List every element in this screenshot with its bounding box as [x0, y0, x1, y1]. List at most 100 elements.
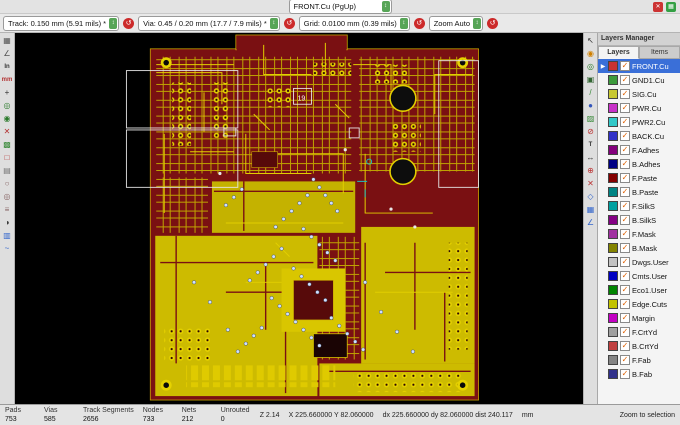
layer-visibility-checkbox[interactable]: ✓: [620, 215, 630, 225]
high-contrast-icon[interactable]: ◑: [1, 217, 13, 229]
layer-row-b-fab[interactable]: ✓ B.Fab: [598, 367, 680, 381]
highlight-net-icon[interactable]: ◉: [585, 48, 597, 60]
layer-visibility-checkbox[interactable]: ✓: [620, 229, 630, 239]
layer-color-swatch[interactable]: [608, 173, 618, 183]
zoom-settings-icon[interactable]: [487, 17, 498, 29]
track-width-auto-icon[interactable]: [123, 17, 135, 29]
layer-color-swatch[interactable]: [608, 299, 618, 309]
layer-color-swatch[interactable]: [608, 131, 618, 141]
layer-row-f-crtyd[interactable]: ✓ F.CrtYd: [598, 325, 680, 339]
layer-color-swatch[interactable]: [608, 355, 618, 365]
zones-outline-icon[interactable]: ▤: [1, 165, 13, 177]
layer-row-front-cu[interactable]: ▶ ✓ FRONT.Cu: [598, 59, 680, 73]
module-ratsnest-icon[interactable]: ◉: [1, 113, 13, 125]
zones-hide-icon[interactable]: □: [1, 152, 13, 164]
layer-color-swatch[interactable]: [608, 313, 618, 323]
select-tool-icon[interactable]: ↖: [585, 35, 597, 47]
layer-visibility-checkbox[interactable]: ✓: [620, 187, 630, 197]
layer-visibility-checkbox[interactable]: ✓: [620, 103, 630, 113]
pcb-canvas[interactable]: 19: [15, 33, 583, 404]
layer-color-swatch[interactable]: [608, 327, 618, 337]
layer-color-swatch[interactable]: [608, 369, 618, 379]
layer-color-swatch[interactable]: [608, 201, 618, 211]
layer-row-cmts-user[interactable]: ✓ Cmts.User: [598, 269, 680, 283]
layer-row-f-silks[interactable]: ✓ F.SilkS: [598, 199, 680, 213]
vias-sketch-icon[interactable]: ◎: [1, 191, 13, 203]
tracks-sketch-icon[interactable]: ≡: [1, 204, 13, 216]
tab-layers[interactable]: Layers: [598, 46, 639, 59]
units-inch-icon[interactable]: In: [1, 61, 13, 73]
via-size-select[interactable]: Via: 0.45 / 0.20 mm (17.7 / 7.9 mils) *: [138, 15, 280, 31]
layer-visibility-checkbox[interactable]: ✓: [620, 257, 630, 267]
layer-row-f-mask[interactable]: ✓ F.Mask: [598, 227, 680, 241]
add-target-icon[interactable]: ⊕: [585, 165, 597, 177]
layer-visibility-checkbox[interactable]: ✓: [620, 327, 630, 337]
layer-visibility-checkbox[interactable]: ✓: [620, 61, 630, 71]
track-width-select[interactable]: Track: 0.150 mm (5.91 mils) *: [3, 15, 120, 31]
layer-row-b-paste[interactable]: ✓ B.Paste: [598, 185, 680, 199]
delete-tool-icon[interactable]: ✕: [585, 178, 597, 190]
autodelete-track-icon[interactable]: ✕: [1, 126, 13, 138]
route-track-icon[interactable]: /: [585, 87, 597, 99]
add-zone-icon[interactable]: ▨: [585, 113, 597, 125]
layer-visibility-checkbox[interactable]: ✓: [620, 299, 630, 309]
add-dimension-icon[interactable]: ↔: [585, 152, 597, 164]
layer-color-swatch[interactable]: [608, 341, 618, 351]
layer-row-back-cu[interactable]: ✓ BACK.Cu: [598, 129, 680, 143]
add-footprint-icon[interactable]: ▣: [585, 74, 597, 86]
layer-row-sig-cu[interactable]: ✓ SIG.Cu: [598, 87, 680, 101]
layer-visibility-checkbox[interactable]: ✓: [620, 75, 630, 85]
polar-coords-icon[interactable]: ∠: [1, 48, 13, 60]
layer-row-pwr-cu[interactable]: ✓ PWR.Cu: [598, 101, 680, 115]
layer-row-b-crtyd[interactable]: ✓ B.CrtYd: [598, 339, 680, 353]
layer-visibility-checkbox[interactable]: ✓: [620, 341, 630, 351]
layer-color-swatch[interactable]: [608, 103, 618, 113]
via-size-auto-icon[interactable]: [283, 17, 295, 29]
drc-green-icon[interactable]: ▦: [666, 1, 676, 12]
zones-show-icon[interactable]: ▩: [1, 139, 13, 151]
layer-visibility-checkbox[interactable]: ✓: [620, 89, 630, 99]
active-layer-select[interactable]: FRONT.Cu (PgUp): [288, 0, 392, 14]
layer-color-swatch[interactable]: [608, 159, 618, 169]
add-via-icon[interactable]: ●: [585, 100, 597, 112]
grid-settings-icon[interactable]: [413, 17, 425, 29]
layer-row-gnd1-cu[interactable]: ✓ GND1.Cu: [598, 73, 680, 87]
layer-row-eco1-user[interactable]: ✓ Eco1.User: [598, 283, 680, 297]
microwave-toolbar-icon[interactable]: ~: [1, 243, 13, 255]
layer-color-swatch[interactable]: [608, 145, 618, 155]
drill-origin-icon[interactable]: ◇: [585, 191, 597, 203]
layer-visibility-checkbox[interactable]: ✓: [620, 313, 630, 323]
pads-sketch-icon[interactable]: ○: [1, 178, 13, 190]
layer-color-swatch[interactable]: [608, 257, 618, 267]
layers-manager-toggle-icon[interactable]: ▥: [1, 230, 13, 242]
layer-color-swatch[interactable]: [608, 229, 618, 239]
layer-visibility-checkbox[interactable]: ✓: [620, 355, 630, 365]
warning-red-icon[interactable]: ✕: [653, 1, 663, 12]
grid-origin-icon[interactable]: ▦: [585, 204, 597, 216]
layer-visibility-checkbox[interactable]: ✓: [620, 173, 630, 183]
layer-row-f-fab[interactable]: ✓ F.Fab: [598, 353, 680, 367]
grid-size-select[interactable]: Grid: 0.0100 mm (0.39 mils): [298, 15, 410, 31]
layer-row-f-paste[interactable]: ✓ F.Paste: [598, 171, 680, 185]
layer-row-b-silks[interactable]: ✓ B.SilkS: [598, 213, 680, 227]
tab-items[interactable]: Items: [639, 46, 680, 59]
layer-row-edge-cuts[interactable]: ✓ Edge.Cuts: [598, 297, 680, 311]
layer-row-pwr2-cu[interactable]: ✓ PWR2.Cu: [598, 115, 680, 129]
layer-visibility-checkbox[interactable]: ✓: [620, 243, 630, 253]
zoom-select[interactable]: Zoom Auto: [428, 15, 483, 31]
ratsnest-show-icon[interactable]: ◎: [1, 100, 13, 112]
layer-visibility-checkbox[interactable]: ✓: [620, 131, 630, 141]
layer-color-swatch[interactable]: [608, 89, 618, 99]
layer-color-swatch[interactable]: [608, 271, 618, 281]
layer-color-swatch[interactable]: [608, 117, 618, 127]
layer-color-swatch[interactable]: [608, 61, 618, 71]
layer-color-swatch[interactable]: [608, 75, 618, 85]
layer-visibility-checkbox[interactable]: ✓: [620, 369, 630, 379]
layer-color-swatch[interactable]: [608, 187, 618, 197]
add-text-icon[interactable]: T: [585, 139, 597, 151]
layer-visibility-checkbox[interactable]: ✓: [620, 145, 630, 155]
local-ratsnest-icon[interactable]: ◎: [585, 61, 597, 73]
measure-icon[interactable]: ∠: [585, 217, 597, 229]
layer-visibility-checkbox[interactable]: ✓: [620, 159, 630, 169]
layer-row-dwgs-user[interactable]: ✓ Dwgs.User: [598, 255, 680, 269]
